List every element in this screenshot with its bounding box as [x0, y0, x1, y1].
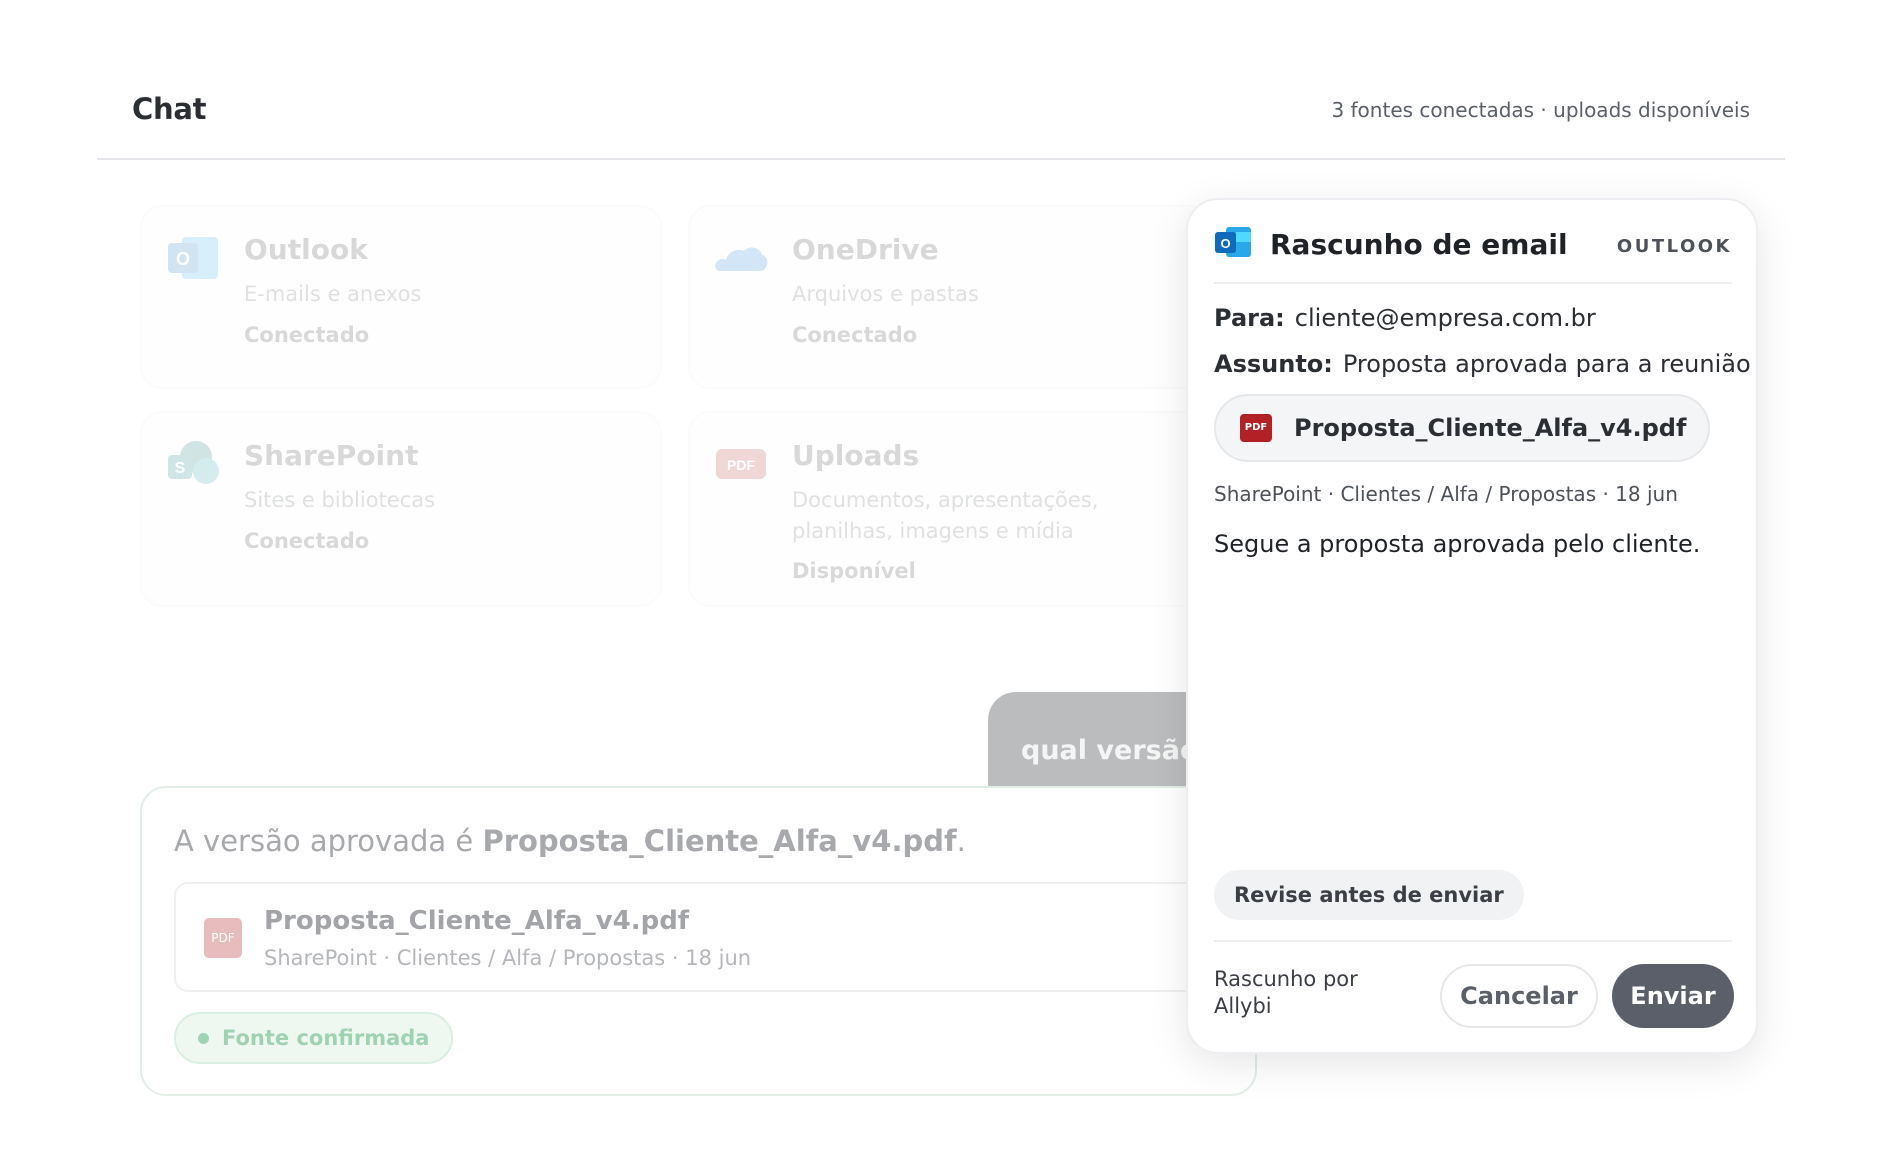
source-description: Documentos, apresentações, planilhas, im… [792, 488, 1099, 543]
source-status: Disponível [792, 559, 916, 583]
to-value: cliente@empresa.com.br [1294, 304, 1596, 332]
file-path: SharePoint · Clientes / Alfa / Propostas… [264, 946, 752, 970]
source-name: Outlook [244, 233, 368, 266]
source-status: Conectado [244, 323, 370, 347]
send-button[interactable]: Enviar [1612, 964, 1734, 1028]
source-description: E-mails e anexos [244, 282, 422, 306]
outlook-icon: O [1215, 227, 1251, 257]
source-name: SharePoint [244, 439, 419, 472]
assistant-answer-card: A versão aprovada é Proposta_Cliente_Alf… [140, 786, 1354, 1096]
onedrive-icon [715, 247, 768, 271]
source-card-uploads[interactable]: PDF Uploads Documentos, apresentações, p… [688, 411, 1210, 607]
sources-status: 3 fontes conectadas · uploads disponívei… [1331, 98, 1750, 122]
svg-text:O: O [176, 249, 190, 269]
attachment-name: Proposta_Cliente_Alfa_v4.pdf [1294, 414, 1687, 442]
review-hint-badge: Revise antes de enviar [1214, 870, 1524, 920]
email-draft-brand: OUTLOOK [1616, 236, 1732, 257]
source-name: Uploads [792, 439, 920, 472]
email-draft-header: O Rascunho de email OUTLOOK [1214, 222, 1732, 284]
outlook-icon: O [168, 237, 218, 279]
email-subject-field[interactable]: Assunto: Proposta aprovada para a reunião [1214, 350, 1751, 378]
svg-text:S: S [175, 460, 186, 477]
pdf-icon: PDF [1240, 414, 1272, 442]
file-name: Proposta_Cliente_Alfa_v4.pdf [264, 906, 690, 936]
source-card-sharepoint[interactable]: S SharePoint Sites e bibliotecas Conecta… [140, 411, 662, 607]
answer-text: A versão aprovada é Proposta_Cliente_Alf… [174, 824, 966, 858]
draft-by-label: Rascunho por Allybi [1214, 967, 1358, 1018]
answer-suffix: . [956, 824, 966, 858]
source-description: Sites e bibliotecas [244, 488, 436, 512]
email-draft-title: Rascunho de email [1270, 228, 1568, 261]
pdf-icon: PDF [204, 918, 242, 958]
source-confirmed-badge: Fonte confirmada [174, 1012, 454, 1064]
source-description: Arquivos e pastas [792, 282, 979, 306]
source-status: Conectado [792, 323, 918, 347]
answer-prefix: A versão aprovada é [174, 824, 483, 858]
email-attachment-chip[interactable]: PDF Proposta_Cliente_Alfa_v4.pdf [1214, 394, 1711, 462]
email-to-field[interactable]: Para: cliente@empresa.com.br [1214, 304, 1596, 332]
source-card-onedrive[interactable]: OneDrive Arquivos e pastas Conectado [688, 205, 1210, 389]
to-label: Para: [1214, 304, 1285, 332]
email-body[interactable]: Segue a proposta aprovada pelo cliente. [1214, 530, 1700, 558]
pdf-icon: PDF [716, 449, 766, 479]
chat-header: Chat 3 fontes conectadas · uploads dispo… [97, 62, 1785, 160]
sharepoint-icon: S [168, 441, 219, 484]
source-file-row[interactable]: PDF Proposta_Cliente_Alfa_v4.pdf SharePo… [174, 882, 1354, 992]
email-draft-panel: O Rascunho de email OUTLOOK Para: cliente… [1186, 198, 1758, 1054]
source-card-outlook[interactable]: O Outlook E-mails e anexos Conectado [140, 205, 662, 389]
divider [1214, 940, 1732, 942]
cancel-button[interactable]: Cancelar [1440, 964, 1598, 1028]
svg-text:PDF: PDF [727, 457, 755, 473]
svg-text:O: O [1220, 236, 1230, 251]
attachment-path: SharePoint · Clientes / Alfa / Propostas… [1214, 482, 1678, 506]
page-title: Chat [132, 92, 207, 126]
source-name: OneDrive [792, 233, 939, 266]
source-status: Conectado [244, 529, 370, 553]
subject-value: Proposta aprovada para a reunião [1342, 350, 1751, 378]
subject-label: Assunto: [1214, 350, 1333, 378]
answer-file: Proposta_Cliente_Alfa_v4.pdf [482, 824, 957, 858]
